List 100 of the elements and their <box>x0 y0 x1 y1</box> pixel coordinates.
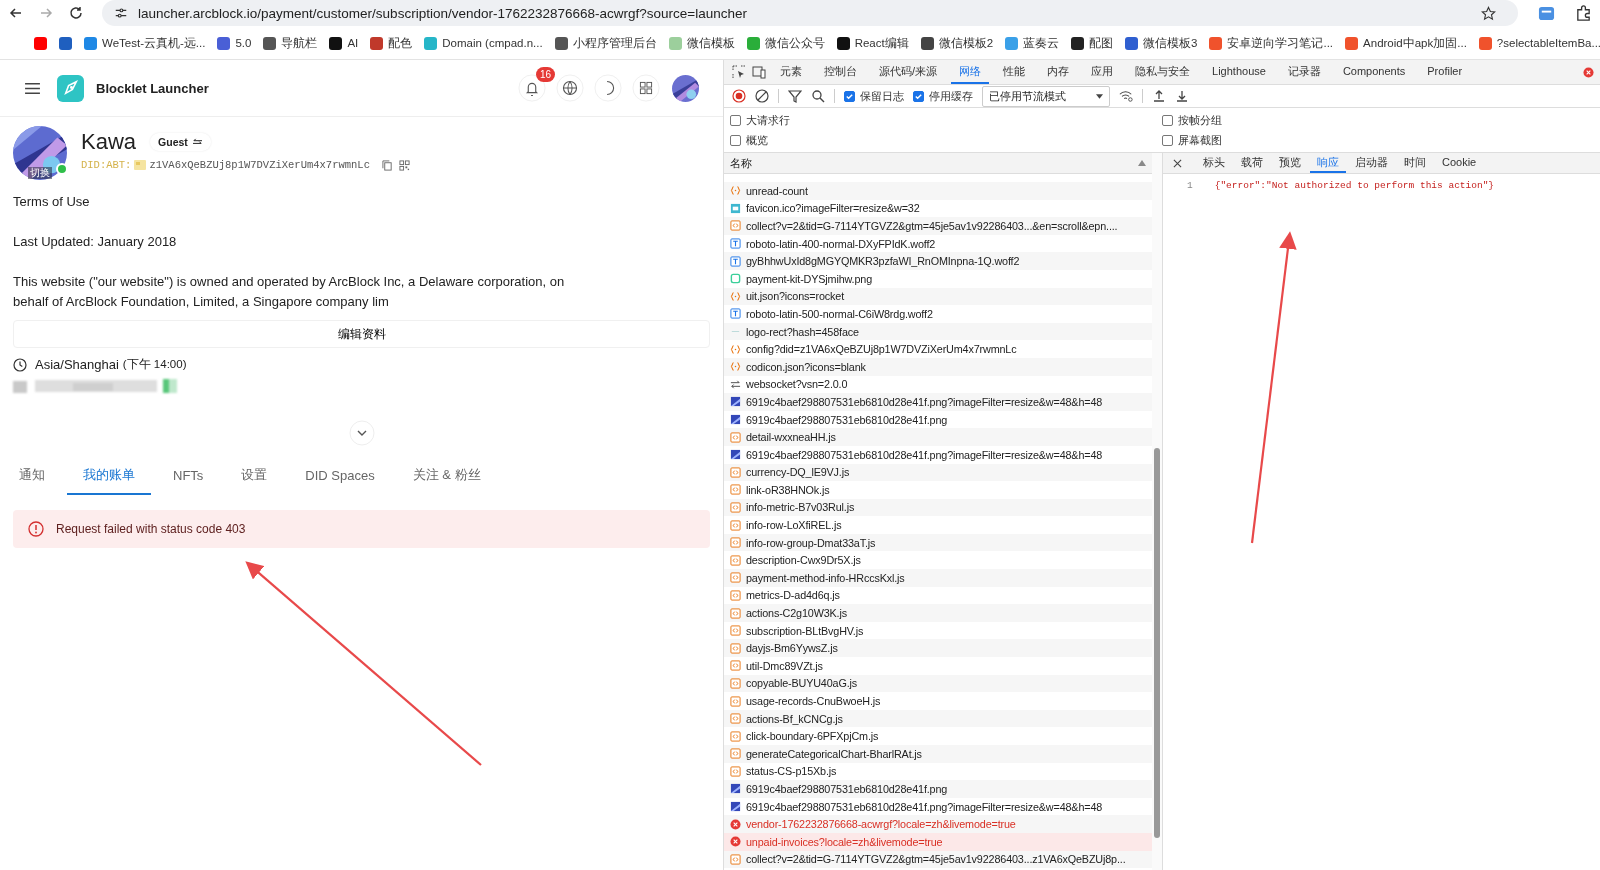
request-row[interactable]: generateCategoricalChart-BharlRAt.js <box>724 745 1152 763</box>
request-row[interactable]: util-Dmc89VZt.js <box>724 657 1152 675</box>
bookmark-icon[interactable] <box>836 36 850 50</box>
request-row[interactable]: currency-DQ_lE9VJ.js <box>724 463 1152 482</box>
checkbox[interactable] <box>1162 114 1173 126</box>
bookmark-icon[interactable] <box>329 36 343 50</box>
bookmark-link[interactable]: 配图 <box>1089 35 1114 51</box>
request-row[interactable]: websocket?vsn=2.0.0 <box>724 375 1152 394</box>
sort-arrow-icon[interactable] <box>1138 160 1146 166</box>
throttling-dropdown[interactable]: 已停用节流模式 <box>982 85 1110 107</box>
request-row[interactable]: info-metric-B7v03Rul.js <box>724 498 1152 517</box>
devtools-tab[interactable]: Components <box>1334 60 1414 84</box>
moon-icon[interactable] <box>594 74 622 102</box>
close-icon[interactable] <box>1173 158 1182 168</box>
bookmark-link[interactable]: React编辑 <box>854 35 909 51</box>
devtools-tab[interactable]: Lighthouse <box>1204 60 1274 84</box>
devtools-tab[interactable]: 隐私与安全 <box>1127 60 1199 84</box>
error-count-icon[interactable] <box>1583 66 1594 78</box>
devtools-tab[interactable]: 网络 <box>951 60 990 84</box>
filter-icon[interactable] <box>788 89 802 103</box>
tab[interactable]: NFTs <box>157 458 220 495</box>
bookmark-link[interactable]: 微信模板3 <box>1143 35 1198 51</box>
request-row[interactable]: uit.json?icons=rocket <box>724 287 1152 306</box>
checkbox[interactable] <box>913 90 924 102</box>
qr-code-icon[interactable] <box>398 159 410 171</box>
search-icon[interactable] <box>811 89 825 103</box>
tab[interactable]: 通知 <box>13 458 61 495</box>
tab[interactable]: 我的账单 <box>67 458 151 495</box>
devtools-tab[interactable]: 控制台 <box>816 60 865 84</box>
tab[interactable]: DID Spaces <box>289 458 391 495</box>
request-row[interactable]: actions-C2g10W3K.js <box>724 604 1152 622</box>
puzzle-icon[interactable] <box>1575 4 1592 22</box>
address-bar[interactable]: launcher.arcblock.io/payment/customer/subscription/vendor-1762232876668-acwrgf?source=launcher <box>102 0 1518 26</box>
menu-icon[interactable] <box>24 81 41 95</box>
detail-tab[interactable]: 标头 <box>1196 153 1232 173</box>
bookmark-link[interactable]: 微信模板2 <box>938 35 994 51</box>
request-row[interactable]: codicon.json?icons=blank <box>724 357 1152 376</box>
switch-label[interactable]: 切换 <box>28 167 52 179</box>
bookmark-icon[interactable] <box>554 36 568 50</box>
devtools-tab[interactable]: 应用 <box>1083 60 1122 84</box>
bookmark-link[interactable]: 微信模板 <box>686 35 735 51</box>
site-settings-icon[interactable] <box>114 6 128 20</box>
bookmark-icon[interactable] <box>1071 36 1085 50</box>
devtools-tab[interactable]: 内存 <box>1039 60 1078 84</box>
bookmark-link[interactable]: AI <box>347 37 359 49</box>
request-row[interactable]: roboto-latin-400-normal-DXyFPIdK.woff2 <box>724 234 1152 253</box>
request-row[interactable]: usage-records-CnuBwoeH.js <box>724 692 1152 710</box>
request-row[interactable]: 6919c4baef298807531eb6810d28e41f.png <box>724 780 1152 798</box>
bookmark-link[interactable]: Android中apk加固... <box>1363 35 1467 51</box>
request-row[interactable]: favicon.ico?imageFilter=resize&w=32 <box>724 199 1152 218</box>
record-icon[interactable] <box>732 89 746 103</box>
bookmark-link[interactable]: Domain (cmpad.n... <box>442 37 543 49</box>
grid-icon[interactable] <box>632 74 660 102</box>
request-row[interactable]: 6919c4baef298807531eb6810d28e41f.png?imageFilter=resize&w=48&h=48 <box>724 445 1152 464</box>
detail-tab[interactable]: 时间 <box>1397 153 1433 173</box>
devtools-tab[interactable]: Profiler <box>1419 60 1471 84</box>
bookmark-link[interactable]: 5.0 <box>235 37 252 49</box>
edit-profile-button[interactable]: 编辑资料 <box>13 320 710 348</box>
bookmark-link[interactable]: 配色 <box>388 35 413 51</box>
detail-tab[interactable]: Cookie <box>1435 153 1484 173</box>
devtools-tab[interactable]: 元素 <box>772 60 810 84</box>
request-row[interactable]: subscription-BLtBvgHV.js <box>724 621 1152 640</box>
download-icon[interactable] <box>1175 89 1189 103</box>
request-row[interactable]: 6919c4baef298807531eb6810d28e41f.png?imageFilter=resize&w=48&h=48 <box>724 393 1152 411</box>
swap-icon[interactable] <box>191 137 203 147</box>
bookmark-link[interactable]: WeTest-云真机-远... <box>102 35 206 51</box>
column-header[interactable]: 名称 <box>730 155 752 171</box>
checkbox[interactable] <box>844 90 855 102</box>
request-row[interactable]: click-boundary-6PFXpjCm.js <box>724 727 1152 745</box>
request-row[interactable]: config?did=z1VA6xQeBZUj8p1W7DVZiXerUm4x7rwmnLc <box>724 340 1152 358</box>
bookmark-link[interactable]: 微信公众号 <box>764 35 825 51</box>
bookmark-link[interactable]: 安卓逆向学习笔记... <box>1227 35 1334 51</box>
request-row[interactable]: 6919c4baef298807531eb6810d28e41f.png?imageFilter=resize&w=48&h=48 <box>724 797 1152 816</box>
request-row[interactable]: unread-count <box>724 182 1152 200</box>
bookmark-link[interactable]: 小程序管理后台 <box>572 35 657 51</box>
request-row[interactable]: actions-Bf_kCNCg.js <box>724 709 1152 728</box>
request-row[interactable]: link-oR38HNOk.js <box>724 481 1152 499</box>
reload-icon[interactable] <box>68 5 84 21</box>
request-row[interactable]: collect?v=2&tid=G-7114YTGVZ2&gtm=45je5av1v92286403...&en=scroll&epn.... <box>724 217 1152 235</box>
bookmark-icon[interactable] <box>920 36 934 50</box>
extension-icon[interactable] <box>1538 4 1555 22</box>
bookmark-link[interactable]: 导航栏 <box>281 35 318 51</box>
request-row[interactable]: gyBhhwUxId8gMGYQMKR3pzfaWI_RnOMInpna-1Q.woff2 <box>724 252 1152 270</box>
device-toggle-icon[interactable] <box>752 65 766 79</box>
request-row[interactable]: payment-kit-DYSjmihw.png <box>724 269 1152 288</box>
tab[interactable]: 设置 <box>225 458 284 495</box>
upload-icon[interactable] <box>1152 89 1166 103</box>
request-row[interactable]: payment-method-info-HRccsKxl.js <box>724 569 1152 587</box>
detail-tab[interactable]: 响应 <box>1310 153 1346 173</box>
globe-icon[interactable] <box>556 74 584 102</box>
request-row[interactable]: logo-rect?hash=458face <box>724 322 1152 341</box>
request-row[interactable]: info-row-LoXfiREL.js <box>724 516 1152 534</box>
request-row[interactable]: copyable-BUYU40aG.js <box>724 674 1152 693</box>
star-icon[interactable] <box>1481 5 1496 21</box>
role-chip[interactable]: Guest <box>150 133 211 151</box>
network-conditions-icon[interactable] <box>1119 89 1133 103</box>
copy-icon[interactable] <box>381 159 393 171</box>
clear-icon[interactable] <box>755 89 769 103</box>
bookmark-icon[interactable] <box>263 36 277 50</box>
detail-tab[interactable]: 载荷 <box>1234 153 1270 173</box>
